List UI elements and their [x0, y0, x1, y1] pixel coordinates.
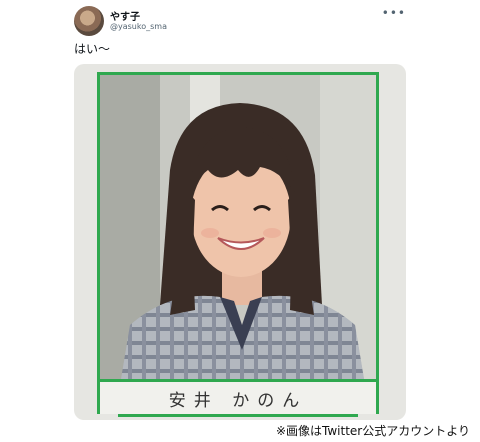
more-horizontal-icon[interactable]: •••: [382, 6, 406, 20]
image-credit: ※画像はTwitter公式アカウントより: [275, 424, 470, 438]
student-photo: [97, 72, 379, 382]
display-name[interactable]: やす子: [110, 8, 140, 23]
tweet-text: はい〜: [74, 42, 111, 56]
avatar[interactable]: [74, 6, 104, 36]
tweet-media[interactable]: 安井 かのん: [74, 64, 406, 420]
tweet-header: やす子 @yasuko_sma •••: [74, 6, 414, 36]
student-name: 安井 かのん: [168, 391, 308, 411]
frame-bottom-line: [118, 414, 358, 417]
name-plate: 安井 かのん: [97, 382, 379, 414]
user-handle[interactable]: @yasuko_sma: [110, 22, 167, 31]
